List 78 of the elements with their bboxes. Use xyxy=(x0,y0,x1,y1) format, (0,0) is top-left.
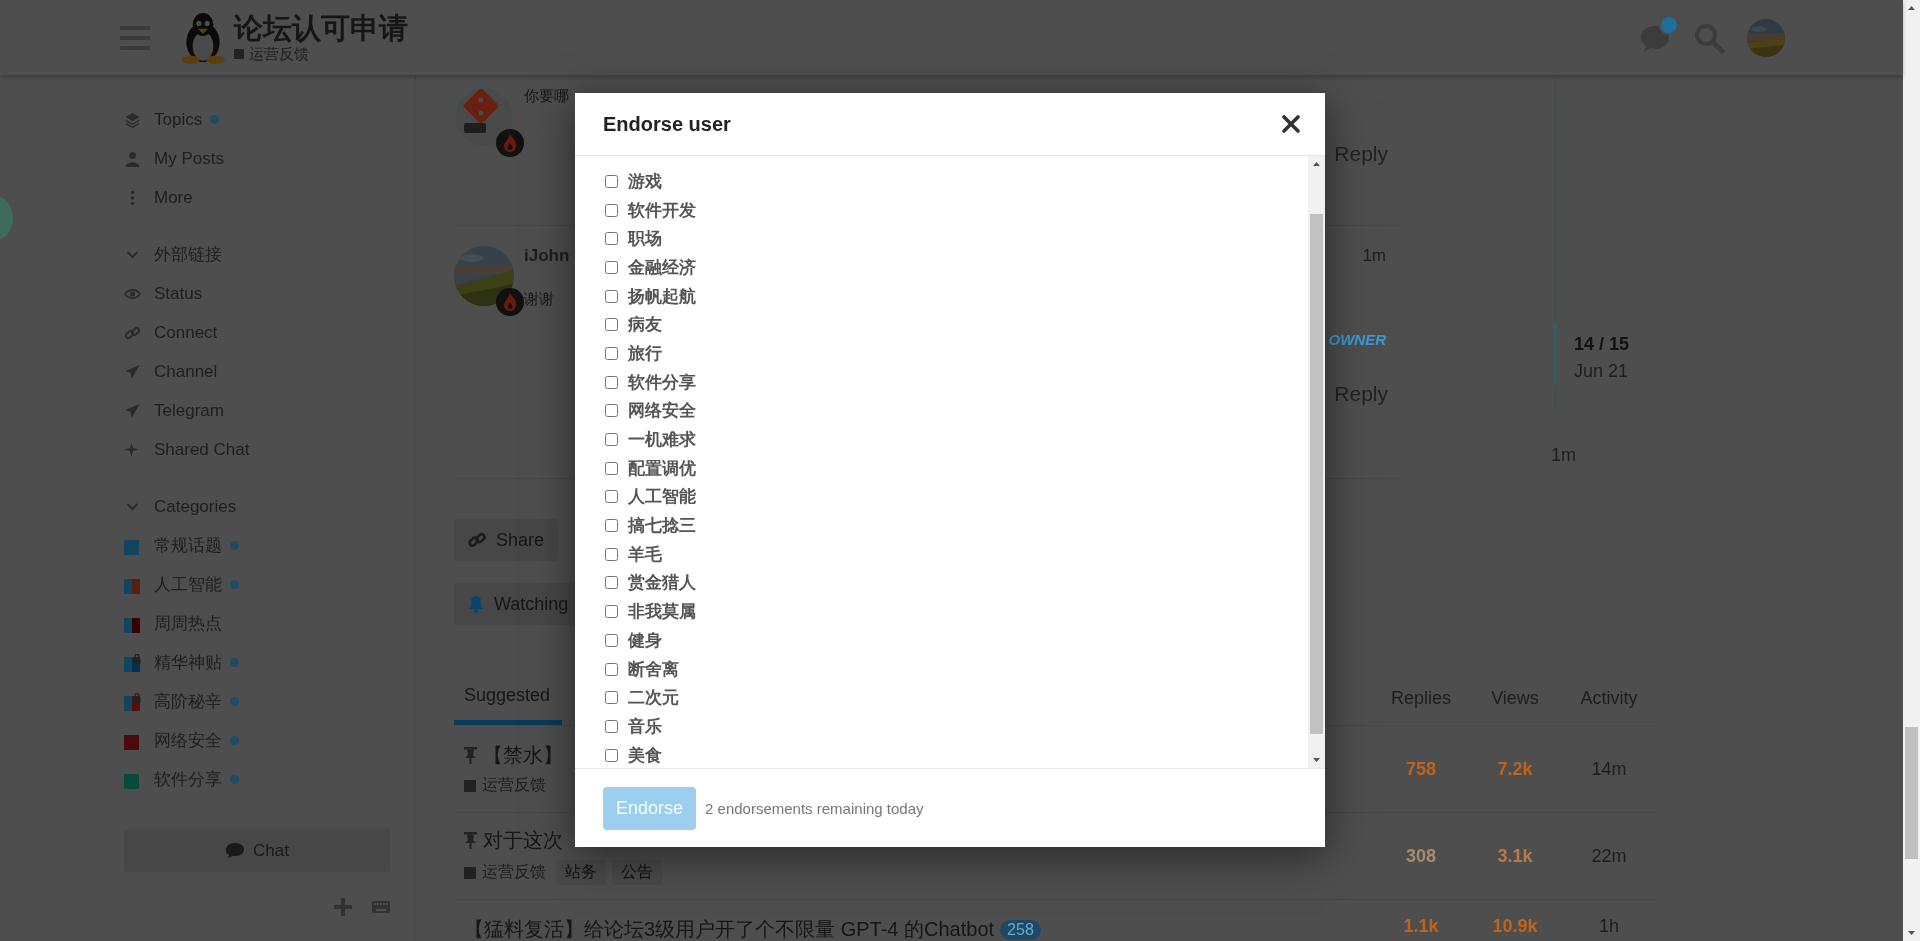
topic-title[interactable]: 论坛认可申请 xyxy=(234,11,408,45)
checkbox[interactable] xyxy=(605,174,618,188)
checkbox[interactable] xyxy=(605,605,618,619)
option-label[interactable]: 美食 xyxy=(628,743,662,767)
checkbox[interactable] xyxy=(605,346,618,360)
topic-link[interactable]: 【猛料复活】给论坛3级用户开了个不限量 GPT-4 的Chatbot xyxy=(464,916,995,941)
suggested-tab[interactable]: Suggested xyxy=(454,671,563,725)
option-label[interactable]: 软件分享 xyxy=(628,370,696,394)
checkbox[interactable] xyxy=(605,748,618,762)
view-count: 7.2k xyxy=(1496,758,1534,780)
scrollbar-thumb[interactable] xyxy=(1310,214,1323,734)
bell-icon xyxy=(468,595,484,613)
option-label[interactable]: 音乐 xyxy=(628,714,662,738)
scrollbar[interactable] xyxy=(1308,156,1325,768)
layers-icon xyxy=(124,111,141,128)
option-label[interactable]: 羊毛 xyxy=(628,542,662,566)
option-label[interactable]: 职场 xyxy=(628,227,662,251)
flame-icon xyxy=(496,288,524,316)
paper-plane-icon xyxy=(124,402,141,419)
option-label[interactable]: 病友 xyxy=(628,313,662,337)
checkbox[interactable] xyxy=(605,662,618,676)
checkbox[interactable] xyxy=(605,547,618,561)
option-label[interactable]: 断舍离 xyxy=(628,657,679,681)
user-icon xyxy=(124,150,141,167)
reply-count-badge[interactable]: 258 xyxy=(1000,919,1041,940)
dialog-title: Endorse user xyxy=(603,112,731,136)
reply-count: 308 xyxy=(1404,845,1437,867)
scrollbar-thumb[interactable] xyxy=(1905,727,1918,859)
close-icon[interactable] xyxy=(1282,115,1300,133)
checkbox[interactable] xyxy=(605,461,618,475)
reply-count: 758 xyxy=(1404,758,1437,780)
option-label[interactable]: 二次元 xyxy=(628,686,679,710)
checkbox[interactable] xyxy=(605,318,618,332)
option-label[interactable]: 人工智能 xyxy=(628,485,696,509)
checkbox[interactable] xyxy=(605,519,618,533)
option-label[interactable]: 软件开发 xyxy=(628,198,696,222)
page-scrollbar[interactable] xyxy=(1903,0,1920,941)
checkbox[interactable] xyxy=(605,691,618,705)
reply-count: 1.1k xyxy=(1402,916,1440,937)
option-label[interactable]: 扬帆起航 xyxy=(628,284,696,308)
view-count: 3.1k xyxy=(1496,845,1534,867)
checkbox[interactable] xyxy=(605,260,618,274)
link-icon xyxy=(124,324,141,341)
option-label[interactable]: 金融经济 xyxy=(628,255,696,279)
flame-icon xyxy=(496,129,524,157)
option-label[interactable]: 非我莫属 xyxy=(628,600,696,624)
option-label[interactable]: 一机难求 xyxy=(628,428,696,452)
checkbox[interactable] xyxy=(605,289,618,303)
checkbox[interactable] xyxy=(605,404,618,418)
option-label[interactable]: 搞七捻三 xyxy=(628,514,696,538)
option-label[interactable]: 旅行 xyxy=(628,341,662,365)
option-label[interactable]: 健身 xyxy=(628,628,662,652)
option-label[interactable]: 游戏 xyxy=(628,169,662,193)
checkbox[interactable] xyxy=(605,232,618,246)
option-label[interactable]: 赏金猎人 xyxy=(628,571,696,595)
category-square-icon xyxy=(234,49,244,59)
link-icon xyxy=(468,531,486,549)
view-count: 10.9k xyxy=(1491,916,1539,937)
category-square-icon xyxy=(464,866,476,879)
owner-label: OWNER xyxy=(1328,331,1386,348)
category-square-icon xyxy=(464,779,476,792)
checkbox[interactable] xyxy=(605,719,618,733)
option-label[interactable]: 网络安全 xyxy=(628,399,696,423)
checkbox[interactable] xyxy=(605,576,618,590)
penguin-logo[interactable] xyxy=(180,10,226,65)
git-logo-avatar[interactable] xyxy=(454,87,514,147)
checkbox[interactable] xyxy=(605,490,618,504)
topic-link[interactable]: 【禁水】 xyxy=(483,742,563,769)
chat-icon xyxy=(225,842,246,859)
post-position: 14 / 15 xyxy=(1574,334,1630,355)
option-label[interactable]: 配置调优 xyxy=(628,456,696,480)
checkbox[interactable] xyxy=(605,203,618,217)
checkbox[interactable] xyxy=(605,433,618,447)
remaining-note: 2 endorsements remaining today xyxy=(705,799,924,817)
paper-plane-icon xyxy=(124,363,141,380)
sparkle-icon xyxy=(124,441,141,458)
checkbox[interactable] xyxy=(605,633,618,647)
checkbox[interactable] xyxy=(605,375,618,389)
